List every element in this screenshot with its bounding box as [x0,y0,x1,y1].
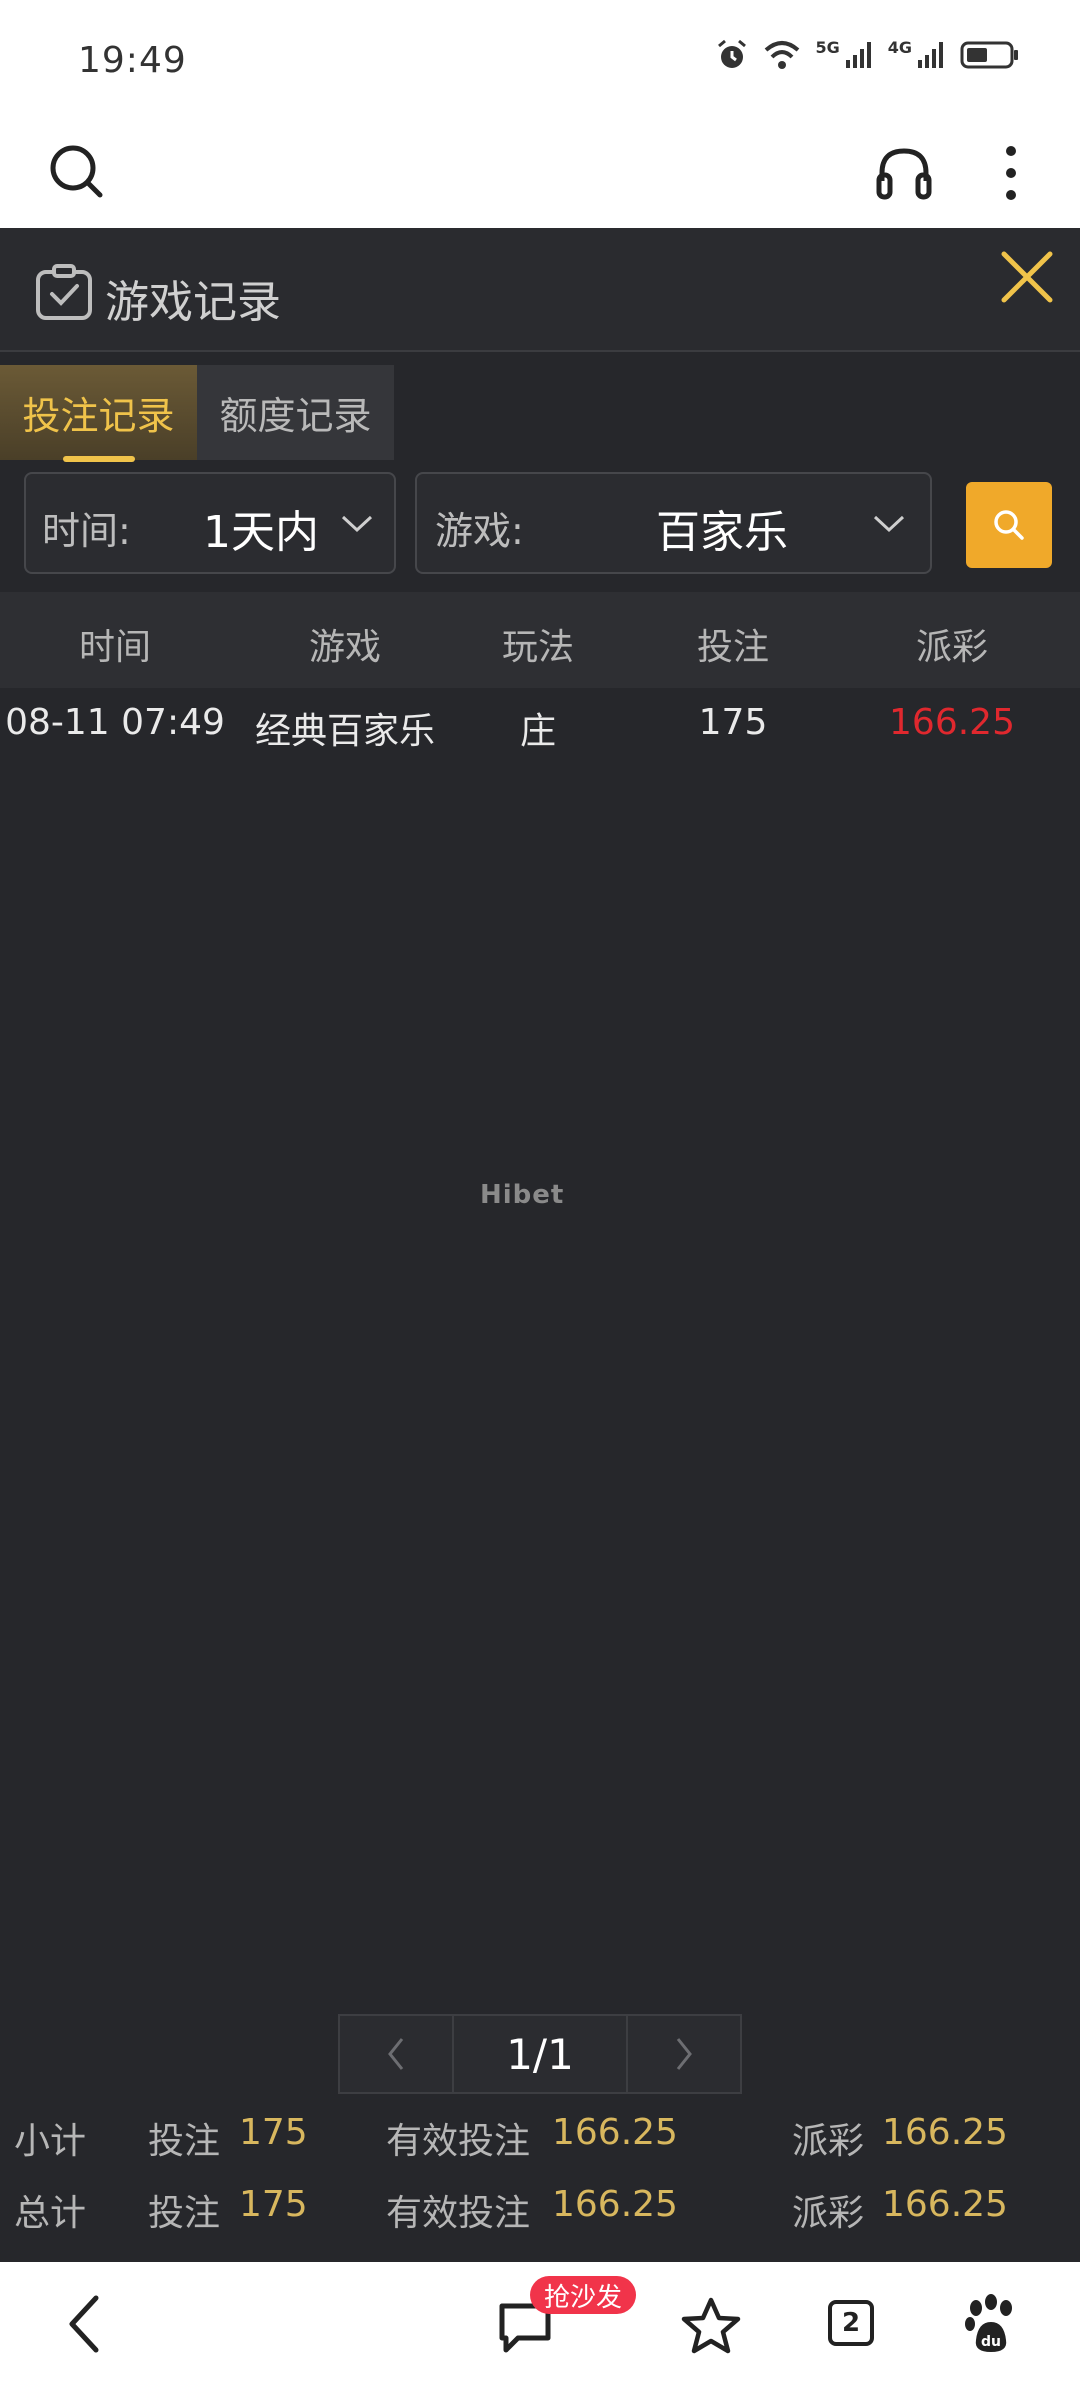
tabs-count-button[interactable]: 2 [828,2300,874,2346]
tab-label: 额度记录 [219,394,372,438]
search-button[interactable] [966,482,1052,568]
tab-bet-records[interactable]: 投注记录 [0,365,197,460]
network-4g-label: 4G [887,38,912,57]
chevron-down-icon [341,515,373,533]
row-play: 庄 [519,711,556,752]
subtotal-valid-value: 166.25 [552,2112,678,2153]
status-icons: 5G 4G [715,38,1020,72]
search-icon [994,510,1024,540]
row-game: 经典百家乐 [254,711,435,752]
status-time: 19:49 [78,40,187,81]
battery-icon [960,41,1018,69]
back-icon[interactable] [66,2294,102,2354]
column-header-play: 玩法 [501,627,574,668]
chevron-down-icon [873,515,905,533]
total-label: 总计 [14,2193,87,2234]
network-5g-label: 5G [815,38,840,57]
subtotal-payout-label: 派彩 [792,2121,865,2162]
signal-5g-icon [845,42,871,68]
game-filter-label: 游戏: [435,509,524,553]
column-header-bet: 投注 [696,627,769,668]
total-bet-label: 投注 [148,2193,221,2234]
more-vertical-icon[interactable] [1000,145,1022,201]
next-page-button[interactable] [626,2014,742,2094]
row-bet: 175 [698,702,768,743]
chevron-right-icon [676,2038,692,2070]
subtotal-label: 小计 [14,2121,87,2162]
total-payout-label: 派彩 [792,2193,865,2234]
total-valid-value: 166.25 [552,2184,678,2225]
svg-text:du: du [981,2334,1001,2350]
total-bet-value: 175 [239,2184,308,2225]
headphones-icon[interactable] [874,143,934,201]
watermark: Hibet [480,1180,565,1210]
baidu-paw-icon[interactable]: du [962,2294,1020,2356]
subtotal-bet-label: 投注 [148,2121,221,2162]
column-header-game: 游戏 [308,627,381,668]
star-icon[interactable] [680,2296,742,2356]
search-icon[interactable] [48,143,106,201]
prev-page-button[interactable] [338,2014,454,2094]
time-filter-label: 时间: [42,509,131,553]
page-number: 1/1 [506,2029,574,2079]
page-indicator: 1/1 [452,2014,628,2094]
time-filter-value: 1天内 [203,507,319,558]
column-header-payout: 派彩 [915,627,988,668]
active-tab-indicator [63,456,135,462]
column-header-time: 时间 [78,627,151,668]
total-payout-value: 166.25 [882,2184,1008,2225]
subtotal-payout-value: 166.25 [882,2112,1008,2153]
game-filter-value: 百家乐 [656,507,788,558]
row-time: 08-11 07:49 [5,702,225,743]
wifi-icon [765,41,800,69]
row-payout: 166.25 [889,702,1015,743]
tab-credit-records[interactable]: 额度记录 [197,365,394,460]
tab-label: 投注记录 [22,394,175,438]
modal-title: 游戏记录 [105,277,281,328]
total-valid-label: 有效投注 [386,2193,531,2234]
alarm-icon [718,39,747,68]
signal-4g-icon [918,42,943,68]
record-clipboard-icon [36,264,92,320]
subtotal-bet-value: 175 [239,2112,308,2153]
comment-badge: 抢沙发 [530,2276,637,2314]
close-icon[interactable] [1000,250,1054,304]
subtotal-valid-label: 有效投注 [386,2121,531,2162]
chevron-left-icon [388,2038,404,2070]
